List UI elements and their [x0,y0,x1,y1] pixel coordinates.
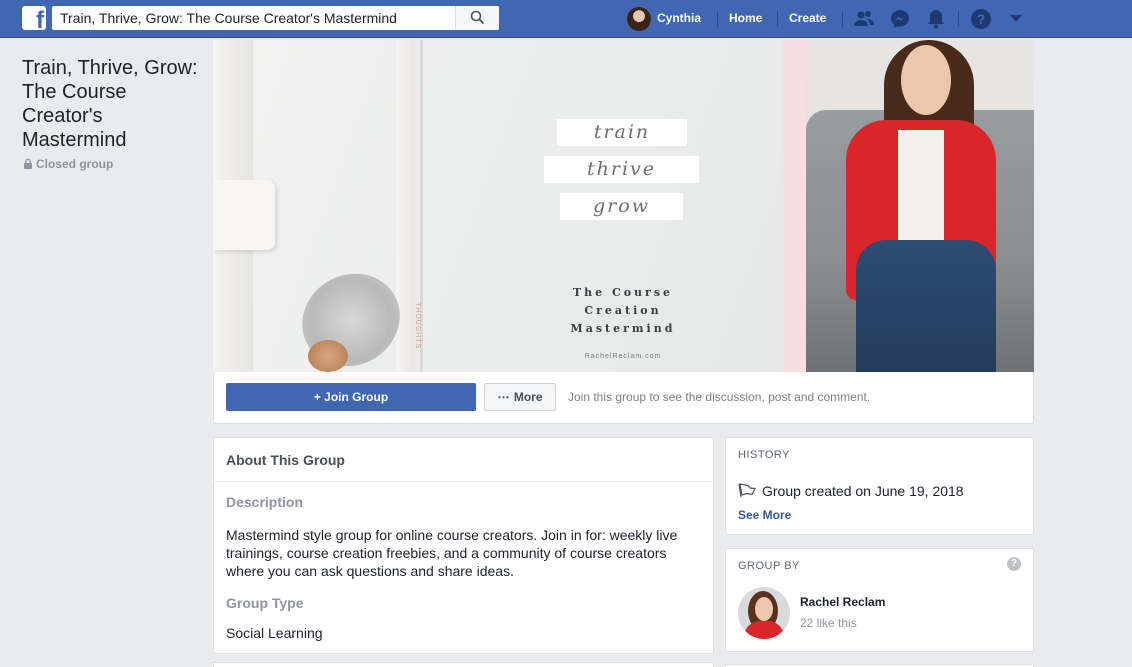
cover-word-thrive: thrive [544,156,699,183]
nav-divider [777,11,778,27]
search-box[interactable]: Train, Thrive, Grow: The Course Creator'… [52,6,499,30]
notebook-label: THOUGHTS [414,302,421,350]
flag-icon [738,483,756,498]
group-privacy: Closed group [23,157,113,171]
description-label: Description [226,494,304,510]
more-dots-icon: ⋯ [497,390,511,404]
description-text: Mastermind style group for online course… [226,527,678,579]
owner-name-link[interactable]: Rachel Reclam [800,595,885,609]
portrait-jeans [856,240,996,372]
top-navigation-bar: f Train, Thrive, Grow: The Course Creato… [0,0,1132,38]
about-card: About This Group Description Mastermind … [213,437,714,654]
question-mark-icon[interactable]: ? [1007,557,1021,571]
history-card: HISTORY Group created on June 19, 2018 S… [725,437,1034,535]
messenger-icon[interactable] [889,8,911,30]
cover-pink-strip [783,40,806,372]
cover-photo: THOUGHTS train thrive grow The Course Cr… [213,40,1034,372]
cover-subtitle-line: The Course [572,286,674,299]
group-type-label: Group Type [226,595,304,611]
owner-avatar-face [755,597,773,621]
join-group-button[interactable]: + Join Group [226,383,476,411]
svg-text:?: ? [977,11,986,27]
nav-divider [717,11,718,27]
notifications-icon[interactable] [925,8,947,30]
search-icon [470,10,485,25]
notebook-strap-loop [213,180,275,250]
history-created-text: Group created on June 19, 2018 [762,483,964,499]
group-by-card: GROUP BY ? Rachel Reclam 22 like this [725,548,1034,652]
next-card-edge [213,662,714,667]
nav-divider [842,11,843,27]
facebook-logo-icon[interactable]: f [22,6,46,30]
search-button[interactable] [455,6,499,30]
search-input[interactable]: Train, Thrive, Grow: The Course Creator'… [60,10,397,26]
group-action-bar: + Join Group ⋯ More Join this group to s… [213,372,1034,424]
friends-icon[interactable] [853,8,875,30]
avatar [627,7,651,31]
nav-create-link[interactable]: Create [789,11,826,25]
cover-subtitle: The Course Creation Mastermind [543,284,703,338]
cover-subtitle-line: Creation [584,304,662,317]
cover-portrait [806,40,1034,372]
about-heading: About This Group [214,438,713,482]
lock-icon [24,158,32,169]
nav-home-link[interactable]: Home [729,11,762,25]
profile-name: Cynthia [657,11,702,25]
cover-url: RachelReclam.com [584,353,662,360]
portrait-face [901,45,951,115]
history-label: HISTORY [738,449,790,461]
see-more-link[interactable]: See More [738,508,791,522]
join-hint: Join this group to see the discussion, p… [568,390,871,404]
help-icon[interactable]: ? [970,8,992,30]
portrait-shirt [898,130,944,240]
nav-divider [958,11,959,27]
history-created: Group created on June 19, 2018 [738,482,964,499]
group-by-label: GROUP BY [738,560,800,572]
group-privacy-label: Closed group [36,157,114,171]
cover-subtitle-line: Mastermind [570,322,676,335]
owner-likes-count: 22 like this [800,616,857,630]
group-type-value: Social Learning [226,625,323,641]
cover-word-train: train [557,119,687,146]
tape-core [308,340,348,372]
owner-avatar[interactable] [738,587,790,639]
more-button[interactable]: ⋯ More [484,383,556,411]
cover-word-grow: grow [560,193,683,220]
account-menu-icon[interactable] [1009,14,1023,24]
group-title[interactable]: Train, Thrive, Grow: The Course Creator'… [22,56,202,152]
owner-avatar-body [744,621,784,639]
more-button-label: More [513,390,543,404]
